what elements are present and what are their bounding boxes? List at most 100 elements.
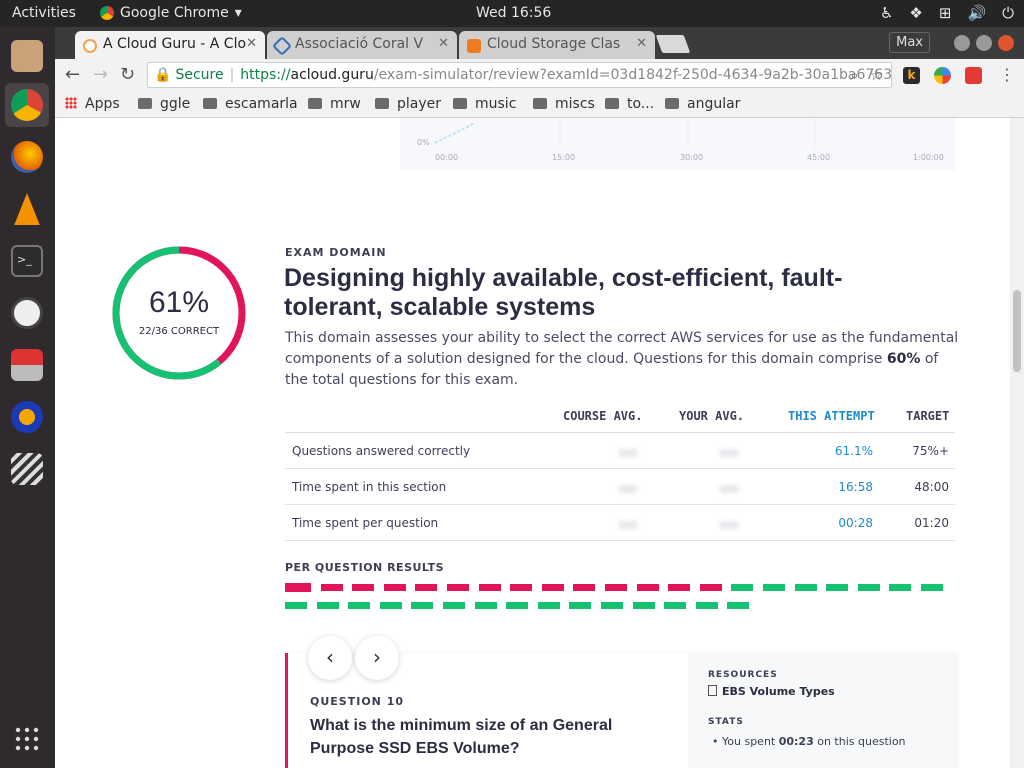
- url-path: /exam-simulator/review?examId=03d1842f-2…: [373, 67, 892, 83]
- question-result-wrong[interactable]: [352, 584, 375, 591]
- folder-icon: [308, 98, 322, 109]
- close-icon[interactable]: ✕: [438, 36, 449, 51]
- accessibility-icon[interactable]: ♿: [880, 4, 893, 22]
- bookmark-folder[interactable]: mrw: [308, 96, 361, 112]
- question-result-correct[interactable]: [889, 584, 912, 591]
- question-result-correct[interactable]: [316, 602, 339, 609]
- question-result-correct[interactable]: [348, 602, 371, 609]
- prev-question-button[interactable]: ‹: [308, 636, 352, 680]
- dock-vlc[interactable]: [5, 187, 49, 231]
- bookmark-label: angular: [687, 96, 741, 112]
- page-content: 0% 00:00 15:00 30:00 45:00 1:00:00 61% 2…: [55, 118, 1010, 768]
- next-question-button[interactable]: ›: [355, 636, 399, 680]
- bookmark-folder[interactable]: miscs: [533, 96, 595, 112]
- question-result-wrong[interactable]: [383, 584, 406, 591]
- question-result-correct[interactable]: [794, 584, 817, 591]
- color-extension-icon[interactable]: [934, 67, 951, 84]
- forward-arrow-icon[interactable]: →: [93, 64, 108, 85]
- dock-firefox[interactable]: [5, 135, 49, 179]
- bookmark-folder[interactable]: music: [453, 96, 516, 112]
- question-result-wrong[interactable]: [415, 584, 438, 591]
- bookmark-folder[interactable]: player: [375, 96, 441, 112]
- lock-icon: 🔒: [154, 67, 172, 83]
- question-result-wrong[interactable]: [636, 584, 659, 591]
- profile-button[interactable]: Max: [889, 32, 930, 53]
- dropbox-icon[interactable]: ❖: [909, 4, 922, 22]
- question-result-wrong[interactable]: [699, 584, 722, 591]
- question-result-wrong[interactable]: [285, 583, 311, 592]
- star-icon[interactable]: ☆: [870, 66, 883, 84]
- tab-cloud-storage[interactable]: Cloud Storage Clas ✕: [459, 31, 655, 59]
- new-tab-button[interactable]: [655, 35, 691, 53]
- bookmark-folder[interactable]: escamarla: [203, 96, 298, 112]
- question-result-correct[interactable]: [731, 584, 754, 591]
- dock-show-apps[interactable]: [5, 717, 49, 761]
- question-result-wrong[interactable]: [478, 584, 501, 591]
- question-result-correct[interactable]: [411, 602, 434, 609]
- question-result-correct[interactable]: [695, 602, 718, 609]
- power-icon[interactable]: ⏻: [1002, 4, 1014, 22]
- question-result-correct[interactable]: [569, 602, 592, 609]
- question-result-correct[interactable]: [857, 584, 880, 591]
- close-icon[interactable]: ✕: [636, 36, 647, 51]
- dock-terminal[interactable]: >_: [5, 239, 49, 283]
- keep-extension-icon[interactable]: k: [903, 67, 920, 84]
- question-result-correct[interactable]: [632, 602, 655, 609]
- bookmark-folder[interactable]: angular: [665, 96, 740, 112]
- question-result-correct[interactable]: [442, 602, 465, 609]
- menu-kebab-icon[interactable]: ⋮: [999, 65, 1015, 84]
- tab-acloudguru[interactable]: A Cloud Guru - A Clo ✕: [75, 31, 265, 59]
- question-result-correct[interactable]: [600, 602, 623, 609]
- chart-tick: 45:00: [807, 153, 831, 162]
- maximize-button[interactable]: [976, 34, 992, 51]
- tab-strip: A Cloud Guru - A Clo ✕ Associació Coral …: [55, 27, 1024, 59]
- question-result-correct[interactable]: [826, 584, 849, 591]
- stats-header: COURSE AVG. YOUR AVG. THIS ATTEMPT TARGE…: [285, 405, 955, 433]
- question-result-correct[interactable]: [474, 602, 497, 609]
- tab-coral[interactable]: Associació Coral V ✕: [267, 31, 457, 59]
- bookmark-folder[interactable]: to...: [605, 96, 654, 112]
- dock-installer[interactable]: [5, 343, 49, 387]
- youtube-extension-icon[interactable]: [965, 67, 982, 84]
- reload-icon[interactable]: ↻: [120, 64, 135, 85]
- close-window-button[interactable]: [998, 34, 1014, 51]
- question-result-correct[interactable]: [537, 602, 560, 609]
- app-menu[interactable]: Google Chrome ▾: [100, 5, 242, 21]
- back-arrow-icon[interactable]: ←: [65, 64, 80, 85]
- volume-icon[interactable]: 🔊: [967, 4, 986, 22]
- close-icon[interactable]: ✕: [246, 36, 257, 51]
- question-result-correct[interactable]: [920, 584, 943, 591]
- question-result-wrong[interactable]: [510, 584, 533, 591]
- scrollbar-thumb[interactable]: [1013, 290, 1021, 372]
- question-result-wrong[interactable]: [541, 584, 564, 591]
- question-result-wrong[interactable]: [668, 584, 691, 591]
- question-result-correct[interactable]: [285, 602, 307, 609]
- bookmark-label: player: [397, 96, 442, 112]
- question-result-correct[interactable]: [664, 602, 687, 609]
- dock-software-updater[interactable]: [5, 291, 49, 335]
- dock-chrome[interactable]: [5, 83, 49, 127]
- question-result-wrong[interactable]: [446, 584, 469, 591]
- dock-video-editor[interactable]: [5, 447, 49, 491]
- question-result-wrong[interactable]: [320, 584, 343, 591]
- address-bar[interactable]: 🔒 Secure | https://acloud.guru/exam-simulat…: [147, 62, 892, 88]
- question-result-wrong[interactable]: [604, 584, 627, 591]
- minimize-button[interactable]: [954, 34, 970, 51]
- page-scrollbar[interactable]: [1010, 118, 1024, 768]
- question-result-correct[interactable]: [506, 602, 529, 609]
- bookmark-apps[interactable]: Apps: [65, 96, 120, 112]
- question-result-correct[interactable]: [727, 602, 750, 609]
- question-result-correct[interactable]: [379, 602, 402, 609]
- network-icon[interactable]: ⊞: [939, 4, 952, 22]
- question-result-correct[interactable]: [762, 584, 785, 591]
- blurred-course-avg: [618, 449, 638, 457]
- question-result-wrong[interactable]: [573, 584, 596, 591]
- dock-files[interactable]: [5, 34, 49, 78]
- clock[interactable]: Wed 16:56: [476, 5, 551, 21]
- system-tray[interactable]: ♿ ❖ ⊞ 🔊 ⏻: [880, 4, 1014, 22]
- resource-link[interactable]: EBS Volume Types: [708, 685, 835, 698]
- dock-audacity[interactable]: [5, 395, 49, 439]
- zoom-icon[interactable]: ⌕: [850, 66, 858, 84]
- bookmark-folder[interactable]: ggle: [138, 96, 190, 112]
- activities-button[interactable]: Activities: [12, 5, 76, 21]
